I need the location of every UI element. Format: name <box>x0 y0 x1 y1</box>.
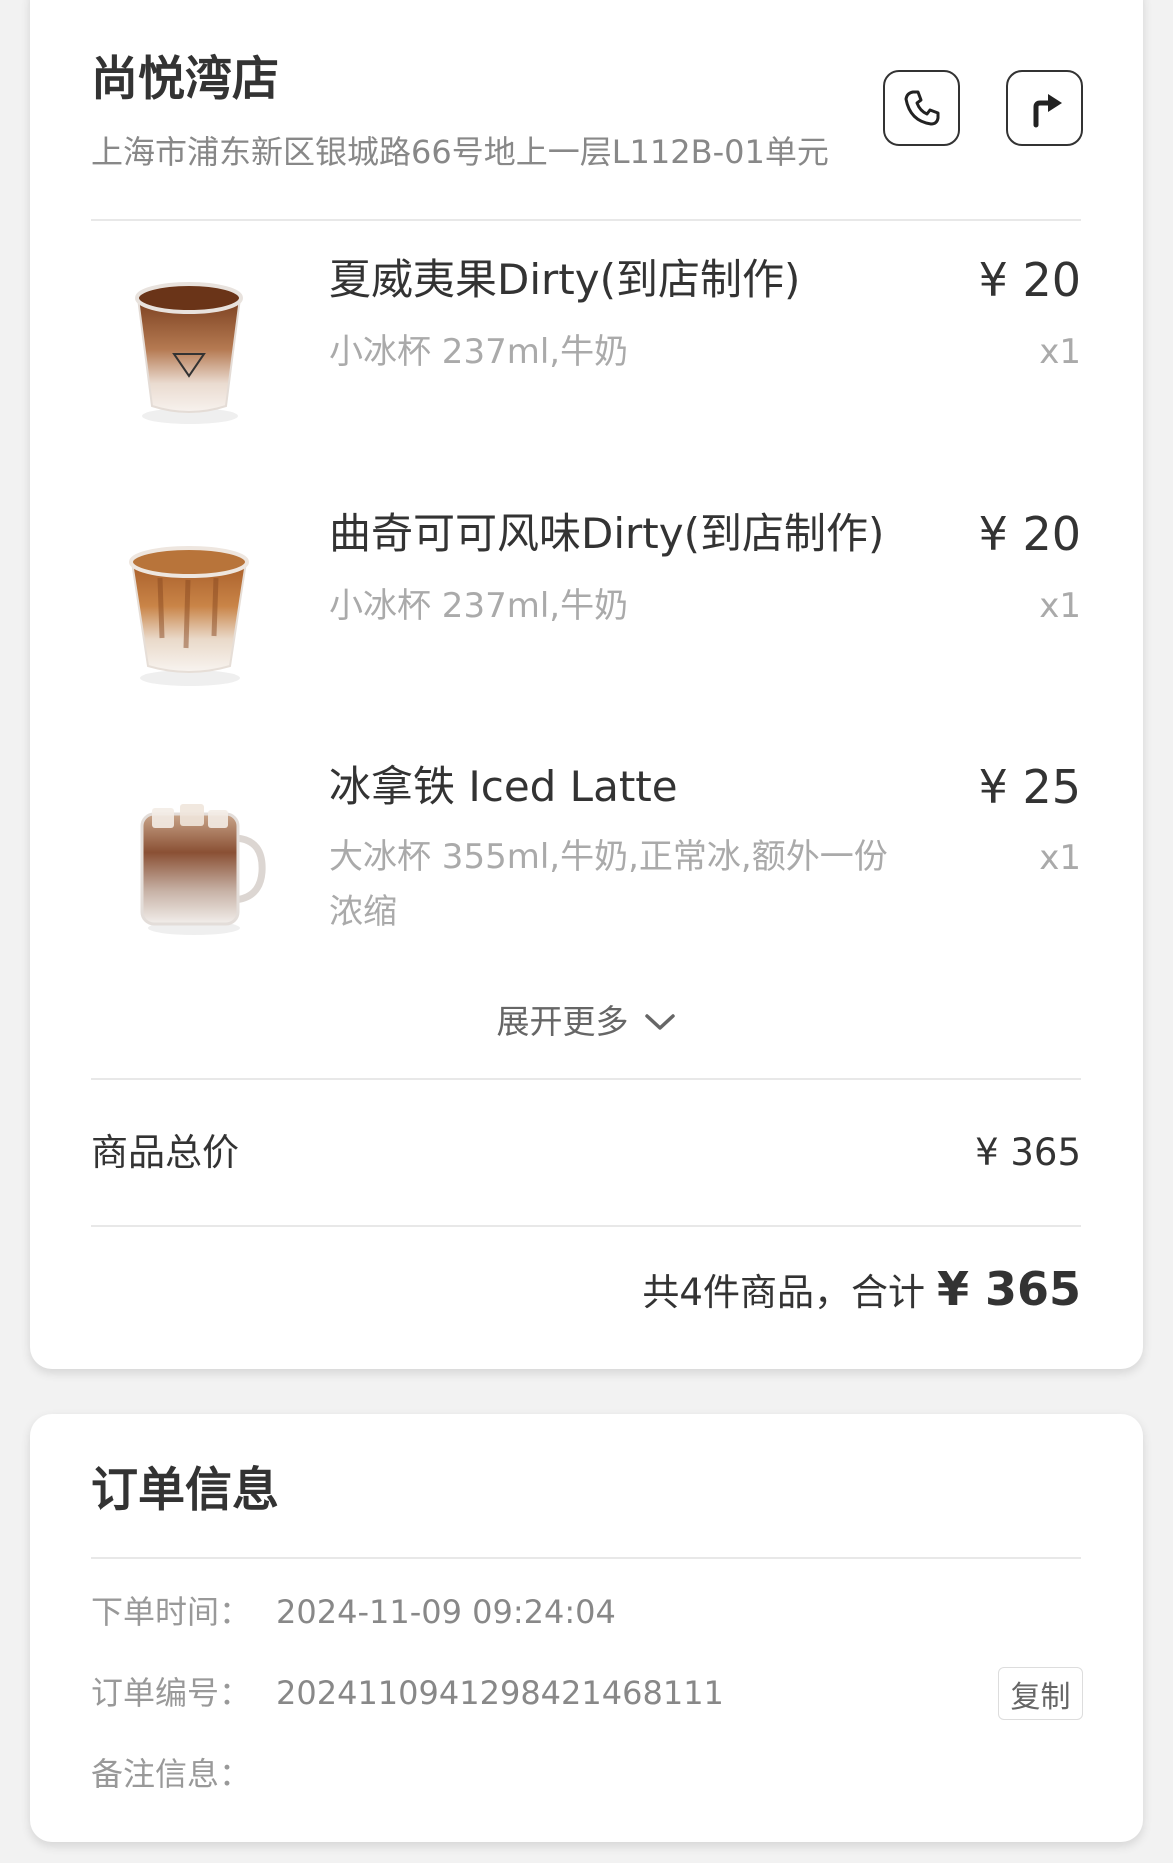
copy-order-number-button[interactable]: 复制 <box>998 1667 1083 1720</box>
order-number-value: 2024110941298421468111 <box>276 1674 724 1712</box>
order-time-label: 下单时间： <box>91 1593 252 1631</box>
item-quantity: x1 <box>1039 586 1081 626</box>
phone-icon <box>904 90 939 126</box>
item-title: 曲奇可可风味Dirty(到店制作) <box>329 509 885 558</box>
directions-button[interactable] <box>1006 70 1083 146</box>
divider <box>91 1557 1081 1559</box>
call-store-button[interactable] <box>883 70 960 146</box>
item-title: 冰拿铁 Iced Latte <box>329 762 678 811</box>
order-total: 共4件商品，合计 ¥ 365 <box>642 1262 1081 1318</box>
item-options: 小冰杯 237ml,牛奶 <box>329 586 629 626</box>
item-price: ¥ 20 <box>978 507 1081 561</box>
item-options: 小冰杯 237ml,牛奶 <box>329 332 629 372</box>
divider <box>91 219 1081 221</box>
divider <box>91 1225 1081 1227</box>
order-items-card: 尚悦湾店 上海市浦东新区银城路66号地上一层L112B-01单元 夏威夷果Dir… <box>30 0 1143 1369</box>
total-prefix: 共4件商品，合计 <box>642 1271 925 1314</box>
expand-more-label: 展开更多 <box>496 1002 629 1041</box>
item-quantity: x1 <box>1039 838 1081 878</box>
product-image <box>135 282 243 424</box>
product-image <box>140 804 266 935</box>
order-info-title: 订单信息 <box>91 1463 279 1518</box>
order-time-value: 2024-11-09 09:24:04 <box>276 1593 616 1631</box>
total-value: ¥ 365 <box>936 1262 1081 1316</box>
order-info-card: 订单信息 下单时间： 2024-11-09 09:24:04 订单编号： 202… <box>30 1414 1143 1842</box>
expand-more-button[interactable]: 展开更多 <box>30 1000 1143 1044</box>
chevron-down-icon <box>644 1014 675 1030</box>
item-quantity: x1 <box>1039 332 1081 372</box>
subtotal-value: ¥ 365 <box>975 1131 1081 1174</box>
order-note-label: 备注信息： <box>91 1755 252 1793</box>
item-title: 夏威夷果Dirty(到店制作) <box>329 255 801 304</box>
directions-icon <box>1033 94 1062 128</box>
store-address: 上海市浦东新区银城路66号地上一层L112B-01单元 <box>91 133 829 171</box>
order-number-label: 订单编号： <box>91 1674 252 1712</box>
item-options: 大冰杯 355ml,牛奶,正常冰,额外一份浓缩 <box>329 837 888 932</box>
item-price: ¥ 25 <box>978 760 1081 814</box>
item-price: ¥ 20 <box>978 253 1081 307</box>
product-image <box>129 546 249 686</box>
divider <box>91 1078 1081 1080</box>
store-name: 尚悦湾店 <box>91 52 279 107</box>
subtotal-label: 商品总价 <box>91 1131 239 1174</box>
